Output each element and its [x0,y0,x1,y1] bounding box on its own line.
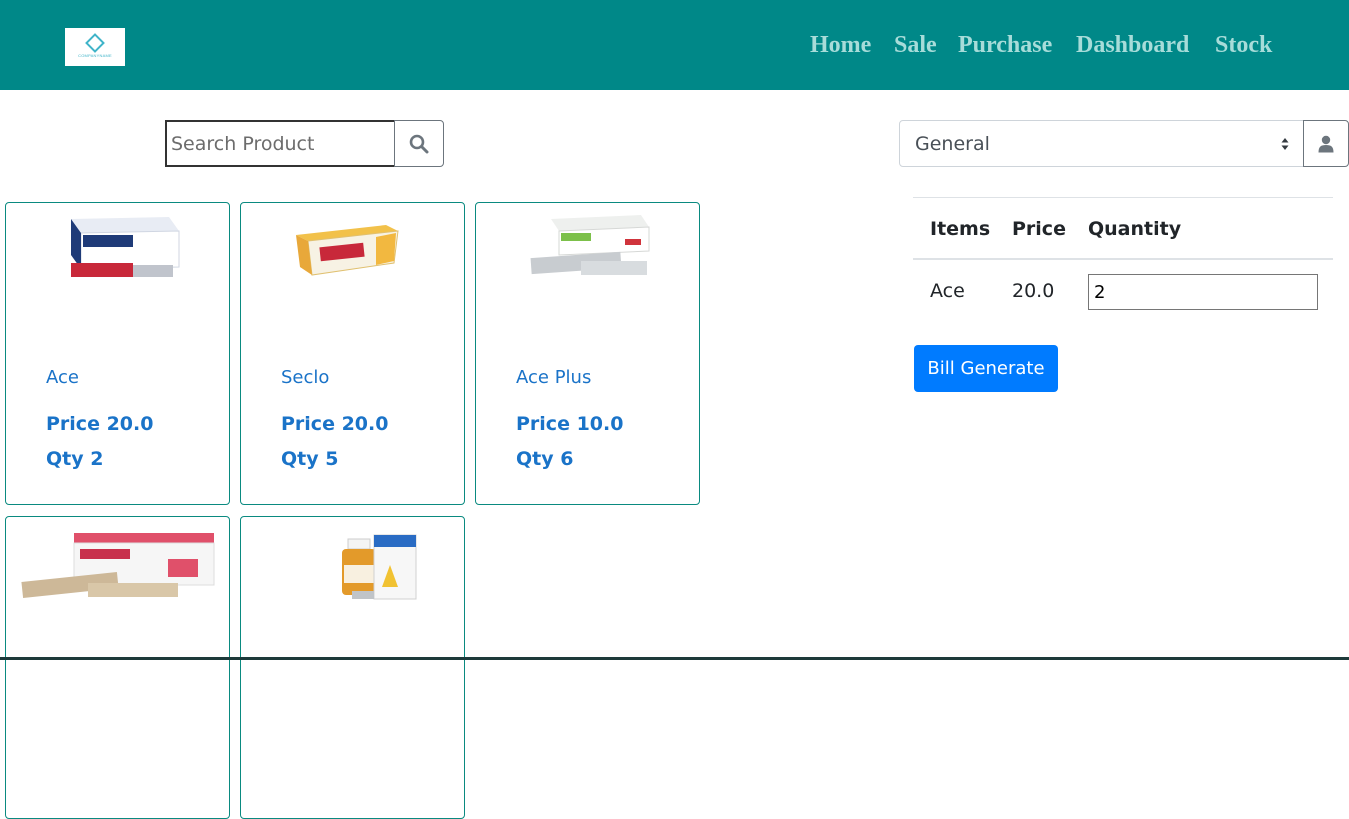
product-qty: Qty 5 [281,448,339,470]
cart-item-name: Ace [930,280,965,302]
column-header-quantity: Quantity [1088,218,1182,240]
product-image [296,225,399,276]
nav-stock[interactable]: Stock [1215,30,1272,60]
product-card[interactable] [240,516,465,819]
product-name: Ace [46,367,79,388]
nav-home[interactable]: Home [810,30,871,60]
cart-item-price: 20.0 [1012,280,1055,302]
column-header-items: Items [930,218,991,240]
product-qty: Qty 2 [46,448,104,470]
logo-icon [85,33,105,53]
product-search [165,120,444,167]
customer-button[interactable] [1303,120,1349,167]
product-name: Seclo [281,367,330,388]
product-image [71,217,180,277]
search-input[interactable] [165,120,395,167]
company-logo[interactable]: COMPANYNAME [65,28,125,66]
product-card[interactable]: Ace Plus Price 10.0 Qty 6 [475,202,700,505]
product-image [21,533,215,598]
bill-generate-button[interactable]: Bill Generate [914,345,1058,392]
product-name: Ace Plus [516,367,592,388]
product-card[interactable]: Seclo Price 20.0 Qty 5 [240,202,465,505]
product-card[interactable]: Ace Price 20.0 Qty 2 [5,202,230,505]
search-button[interactable] [394,120,444,167]
cart-quantity-input[interactable] [1088,274,1318,310]
product-image [342,534,417,600]
nav-sale[interactable]: Sale [894,30,937,60]
product-price: Price 20.0 [281,413,389,435]
product-image [530,215,650,275]
product-price: Price 20.0 [46,413,154,435]
nav-dashboard[interactable]: Dashboard [1076,30,1189,60]
table-top-divider [913,197,1333,198]
top-navbar: COMPANYNAME Home Sale Purchase Dashboard… [0,0,1349,90]
product-price: Price 10.0 [516,413,624,435]
column-header-price: Price [1012,218,1066,240]
user-icon [1318,135,1334,152]
search-icon [409,134,429,153]
logo-text: COMPANYNAME [78,53,112,58]
customer-select[interactable]: General [899,120,1304,167]
select-caret-icon [1281,138,1289,150]
nav-purchase[interactable]: Purchase [958,30,1052,60]
product-qty: Qty 6 [516,448,574,470]
table-header-divider [913,258,1333,260]
customer-select-value: General [915,133,990,155]
product-card[interactable] [5,516,230,819]
